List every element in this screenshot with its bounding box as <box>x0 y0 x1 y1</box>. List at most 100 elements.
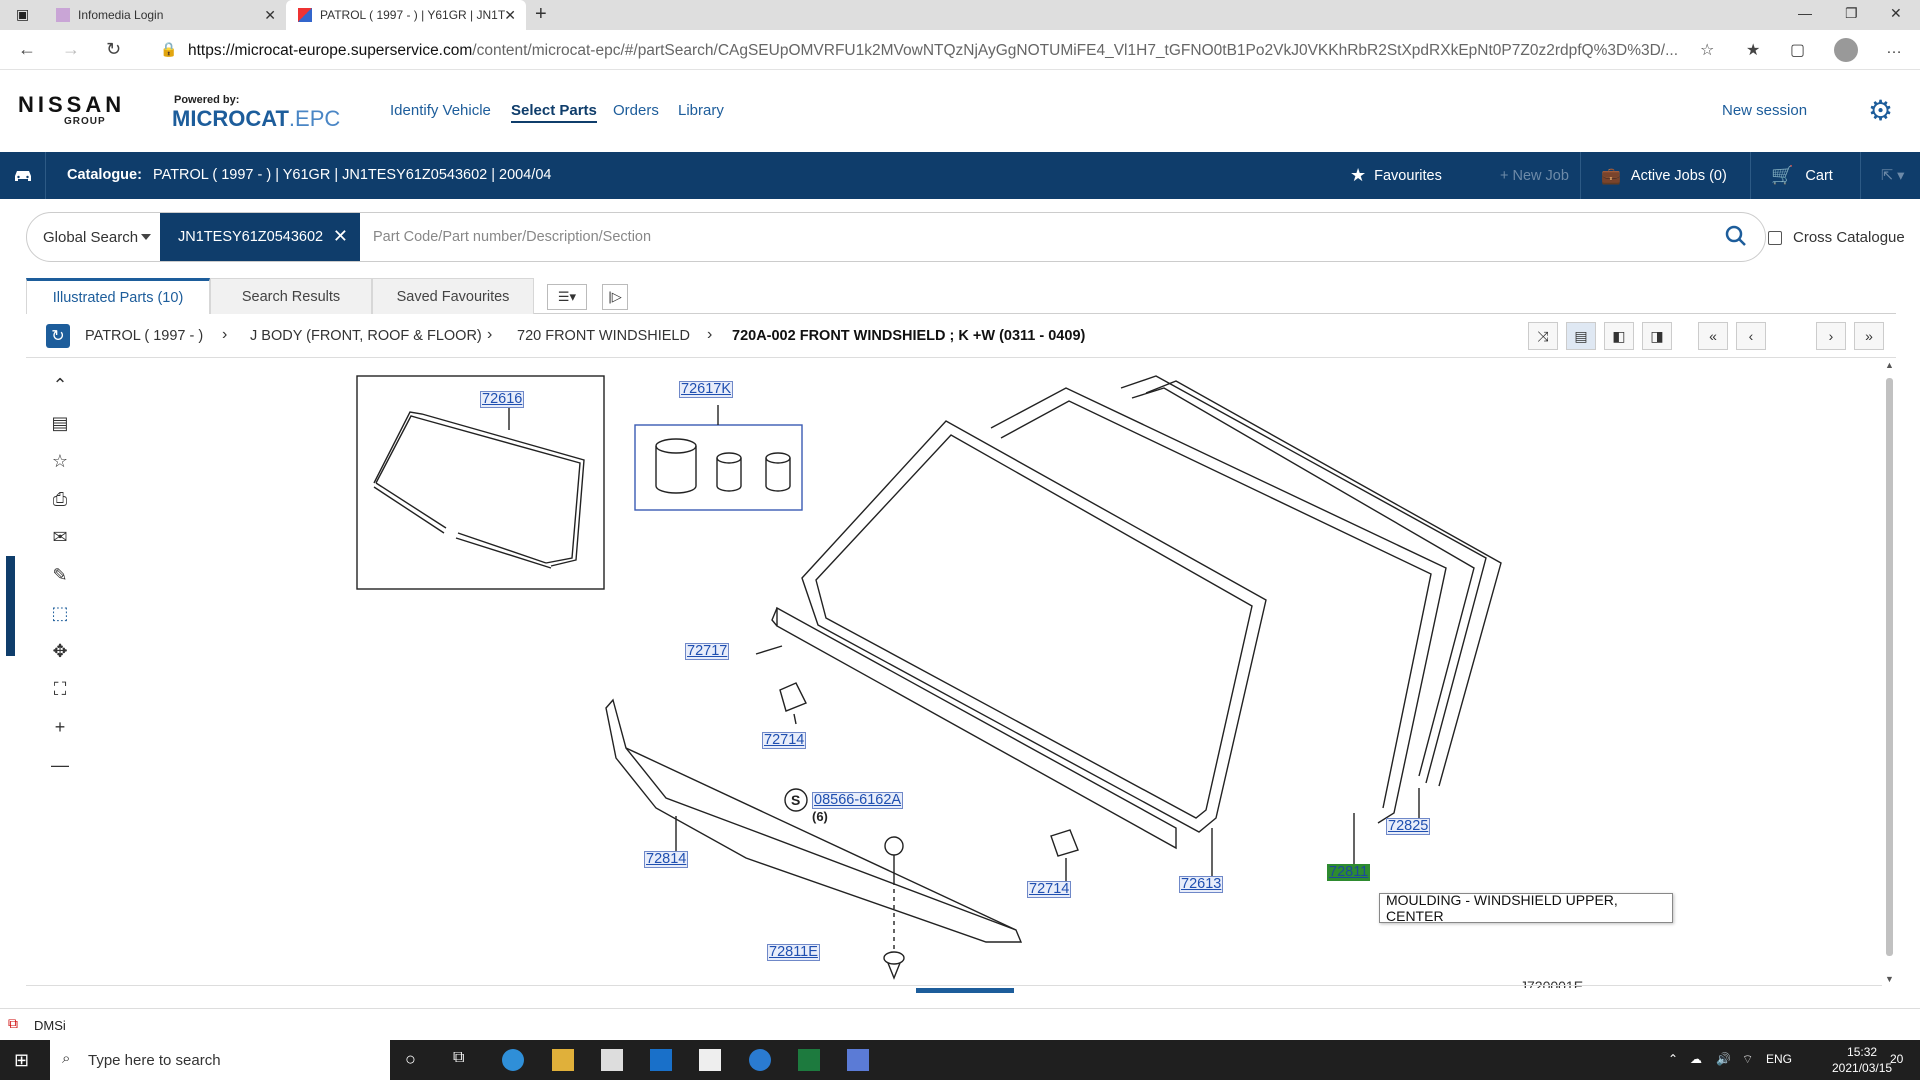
remote-desktop-icon[interactable] <box>847 1049 869 1071</box>
part-label-72613[interactable]: 72613 <box>1179 876 1224 893</box>
close-tab-icon[interactable]: ✕ <box>504 7 516 24</box>
part-label-72717[interactable]: 72717 <box>685 643 730 660</box>
breadcrumb: ↻ PATROL ( 1997 - ) › J BODY (FRONT, ROO… <box>26 314 1896 358</box>
part-label-72617K[interactable]: 72617K <box>679 381 733 398</box>
active-jobs-button[interactable]: 💼 Active Jobs (0) <box>1580 152 1750 199</box>
maximize-icon[interactable]: ❐ <box>1845 5 1858 22</box>
breadcrumb-item[interactable]: J BODY (FRONT, ROOF & FLOOR) <box>250 328 482 344</box>
part-label-72616[interactable]: 72616 <box>480 391 525 408</box>
file-explorer-icon[interactable] <box>552 1049 574 1071</box>
store-icon[interactable] <box>601 1049 623 1071</box>
layout-full-button[interactable]: ▤ <box>1566 322 1596 350</box>
moulding-72613 <box>776 606 1177 850</box>
taskbar-clock[interactable]: 15:32 2021/03/15 <box>1832 1044 1892 1076</box>
mail-icon[interactable] <box>699 1049 721 1071</box>
forward-icon[interactable]: → <box>62 39 80 60</box>
collapse-view-button[interactable]: ⤨ <box>1528 322 1558 350</box>
tab-illustrated-parts[interactable]: Illustrated Parts (10) <box>26 278 210 314</box>
logo-part-b: .EPC <box>288 106 341 131</box>
export-button[interactable]: ⇱ ▾ <box>1860 152 1920 199</box>
scrollbar-thumb[interactable] <box>1886 378 1893 956</box>
collapse-panel-button[interactable]: |▷ <box>602 284 628 310</box>
part-label-72811[interactable]: 72811 <box>1327 864 1371 881</box>
close-window-icon[interactable]: ✕ <box>1890 5 1902 22</box>
next-page-button[interactable]: › <box>1816 322 1846 350</box>
nav-identify-vehicle[interactable]: Identify Vehicle <box>390 102 491 119</box>
scrollbar-thumb[interactable] <box>916 988 1014 993</box>
dmsi-status[interactable]: DMSi <box>34 1018 66 1033</box>
excel-icon[interactable] <box>798 1049 820 1071</box>
tray-chevron-icon[interactable]: ⌃ <box>1668 1052 1678 1066</box>
new-job-button[interactable]: + New Job <box>1480 152 1580 199</box>
tab-search-results[interactable]: Search Results <box>210 278 372 314</box>
browser-tab-patrol[interactable]: PATROL ( 1997 - ) | Y61GR | JN1T ✕ <box>286 0 526 30</box>
chevron-down-icon[interactable] <box>141 234 151 240</box>
cross-catalogue-checkbox[interactable] <box>1768 231 1782 245</box>
star-icon: ★ <box>1350 165 1367 185</box>
nav-orders[interactable]: Orders <box>613 102 659 119</box>
search-scope-dropdown[interactable]: Global Search <box>43 229 138 246</box>
favorite-add-icon[interactable]: ☆ <box>1700 40 1714 60</box>
outlook-icon[interactable] <box>650 1049 672 1071</box>
moulding-72825 <box>1120 375 1487 784</box>
close-tab-icon[interactable]: ✕ <box>264 7 276 24</box>
onedrive-icon[interactable]: ☁ <box>1690 1052 1702 1066</box>
scroll-up-icon[interactable]: ▲ <box>1885 360 1894 370</box>
microcat-logo: MICROCAT.EPC <box>172 106 340 132</box>
prev-page-button[interactable]: ‹ <box>1736 322 1766 350</box>
wifi-icon[interactable]: ⌔ <box>1742 1052 1753 1067</box>
part-label-72825[interactable]: 72825 <box>1386 818 1431 835</box>
part-label-72714-b[interactable]: 72714 <box>1027 881 1072 898</box>
last-page-button[interactable]: » <box>1854 322 1884 350</box>
part-label-08566-6162A[interactable]: 08566-6162A <box>812 792 904 809</box>
profile-avatar[interactable] <box>1834 38 1858 62</box>
search-icon[interactable] <box>1723 223 1749 249</box>
layout-list-button[interactable]: ◨ <box>1642 322 1672 350</box>
favorites-icon[interactable]: ★ <box>1746 40 1760 60</box>
volume-icon[interactable]: 🔊 <box>1716 1052 1731 1066</box>
vehicle-icon-button[interactable] <box>0 152 46 199</box>
cart-button[interactable]: 🛒 Cart <box>1750 152 1860 199</box>
internet-explorer-icon[interactable] <box>749 1049 771 1071</box>
url-field[interactable]: 🔒 https://microcat-europe.superservice.c… <box>140 35 1710 65</box>
favourites-button[interactable]: ★ Favourites <box>1330 152 1480 199</box>
windows-start-icon[interactable]: ⊞ <box>14 1050 29 1071</box>
logo-part-a: MICROCAT <box>172 106 289 131</box>
first-page-button[interactable]: « <box>1698 322 1728 350</box>
part-label-72811E[interactable]: 72811E <box>767 944 820 961</box>
close-icon[interactable]: ✕ <box>333 226 348 247</box>
gear-icon[interactable]: ⚙ <box>1868 94 1893 127</box>
search-input[interactable] <box>373 225 1723 249</box>
notifications-badge[interactable]: 20 <box>1890 1052 1903 1066</box>
network-icon: ⧉ <box>8 1015 18 1031</box>
edge-icon[interactable] <box>502 1049 524 1071</box>
refresh-icon[interactable]: ↻ <box>106 39 121 60</box>
new-session-link[interactable]: New session <box>1722 102 1807 119</box>
scroll-down-icon[interactable]: ▼ <box>1885 974 1894 984</box>
new-tab-icon[interactable]: + <box>535 3 547 26</box>
collections-icon[interactable]: ▢ <box>1790 40 1805 60</box>
tab-actions-icon[interactable]: ▣ <box>16 6 29 23</box>
nav-select-parts[interactable]: Select Parts <box>511 102 597 123</box>
language-indicator[interactable]: ENG <box>1766 1052 1792 1066</box>
nav-library[interactable]: Library <box>678 102 724 119</box>
side-panel-handle[interactable] <box>6 556 15 656</box>
more-options-icon[interactable]: … <box>1886 40 1902 58</box>
browser-tab-infomedia[interactable]: Infomedia Login ✕ <box>44 0 286 30</box>
back-to-top-icon[interactable]: ↻ <box>46 324 70 348</box>
clip-72811E <box>883 951 905 965</box>
task-view-icon[interactable]: ⧉ <box>453 1049 475 1071</box>
tab-saved-favourites[interactable]: Saved Favourites <box>372 278 534 314</box>
vertical-scrollbar[interactable]: ▲ ▼ <box>1882 360 1896 990</box>
minimize-icon[interactable]: — <box>1798 5 1812 21</box>
part-label-72814[interactable]: 72814 <box>644 851 689 868</box>
breadcrumb-item[interactable]: PATROL ( 1997 - ) <box>85 328 203 344</box>
cortana-icon[interactable]: ○ <box>405 1049 427 1071</box>
list-view-dropdown[interactable]: ☰▾ <box>547 284 587 310</box>
horizontal-scrollbar[interactable] <box>26 985 1882 993</box>
part-label-72714-a[interactable]: 72714 <box>762 732 807 749</box>
back-icon[interactable]: ← <box>18 39 36 60</box>
breadcrumb-item[interactable]: 720 FRONT WINDSHIELD <box>517 328 690 344</box>
taskbar-search[interactable]: ⌕ Type here to search <box>50 1040 390 1080</box>
layout-split-button[interactable]: ◧ <box>1604 322 1634 350</box>
